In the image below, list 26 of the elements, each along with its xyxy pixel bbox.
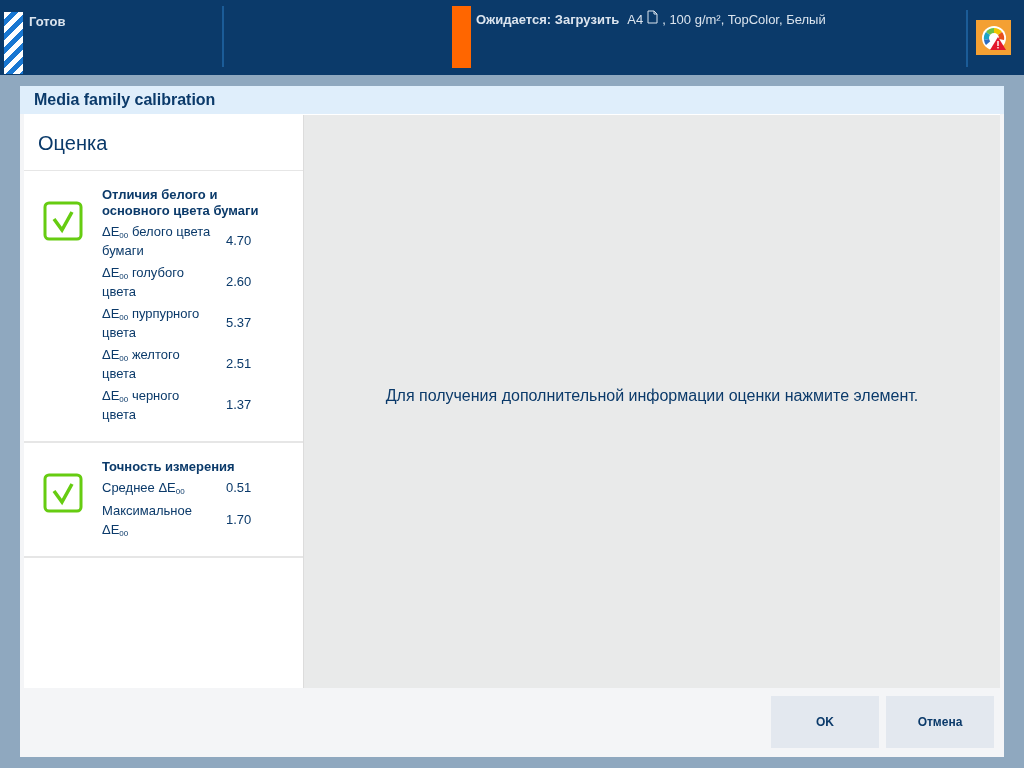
metric-value: 1.70	[226, 510, 252, 529]
metric-value: 0.51	[226, 479, 252, 497]
media-size: A4	[626, 11, 644, 29]
color-wheel-warning-icon[interactable]	[976, 20, 1011, 55]
cancel-button[interactable]: Отмена	[886, 695, 994, 748]
status-indicator-bar	[452, 6, 471, 68]
metric-value: 4.70	[226, 232, 252, 251]
media-details: , 100 g/m², TopColor, Белый	[662, 11, 826, 29]
job-status-label: Ожидается: Загрузить	[475, 11, 620, 29]
ok-button[interactable]: OK	[771, 695, 879, 748]
dialog-title: Media family calibration	[20, 86, 1004, 114]
hint-text: Для получения дополнительной информации оценки нажмите элемент.	[385, 385, 919, 406]
page-icon	[647, 10, 659, 24]
panel-title: Оценка	[24, 115, 303, 171]
group-title: Отличия белого и основного цвета бумаги	[102, 187, 260, 219]
evaluation-card[interactable]: Точность измерения Среднее ΔE$_{00}$ 0.51 Максимальное ΔE$_{00}$ 1.70	[24, 443, 303, 558]
metric-value: 2.60	[226, 273, 252, 292]
metric-value: 1.37	[226, 396, 252, 415]
metric-value: 2.51	[226, 355, 252, 374]
printer-status: Готов	[29, 13, 66, 31]
metric-value: 5.37	[226, 314, 252, 333]
group-title: Точность измерения	[102, 459, 236, 475]
metric-label: ΔE$_{00}$ черного цвета	[102, 387, 181, 424]
striped-status-icon	[4, 12, 23, 74]
metric-label: Среднее ΔE$_{00}$	[102, 479, 186, 498]
metric-label: Максимальное ΔE$_{00}$	[102, 501, 193, 539]
